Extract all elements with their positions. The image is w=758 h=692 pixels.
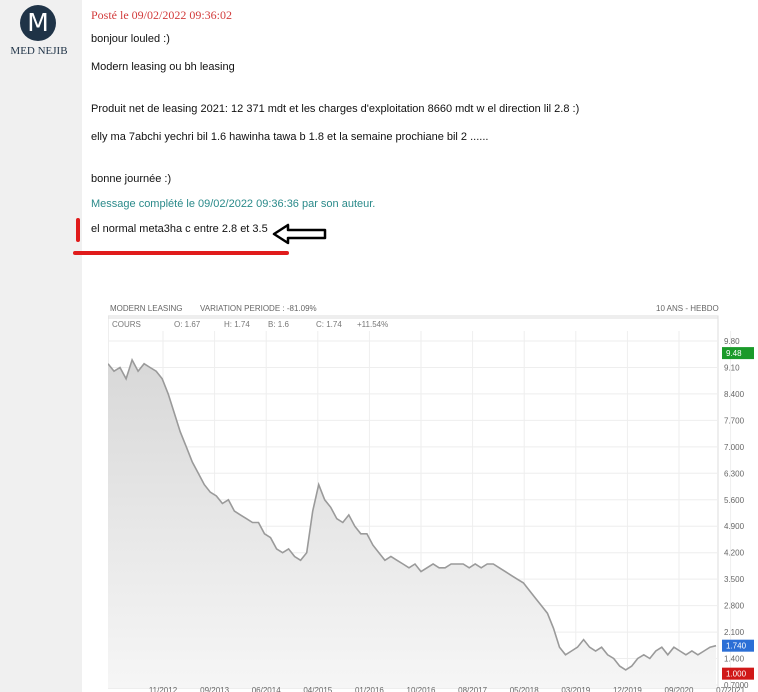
y-tick-label: 1.400 bbox=[724, 655, 745, 664]
post-line: Modern leasing ou bh leasing bbox=[91, 61, 235, 73]
price-badge-label: 1.740 bbox=[726, 642, 747, 651]
price-area bbox=[108, 359, 716, 688]
post-line: Produit net de leasing 2021: 12 371 mdt … bbox=[91, 103, 580, 115]
x-tick-label: 09/2020 bbox=[665, 686, 694, 692]
y-tick-label: 8.400 bbox=[724, 390, 745, 399]
legend-close: C: 1.74 bbox=[316, 320, 342, 329]
x-tick-label: 05/2018 bbox=[510, 686, 539, 692]
legend-high: H: 1.74 bbox=[224, 320, 250, 329]
legend-low: B: 1.6 bbox=[268, 320, 289, 329]
x-tick-label: 01/2016 bbox=[355, 686, 384, 692]
highlight-line: el normal meta3ha c entre 2.8 et 3.5 bbox=[91, 223, 268, 235]
legend-open: O: 1.67 bbox=[174, 320, 201, 329]
chart-period: 10 ANS - HEBDO bbox=[656, 304, 719, 313]
author-column: M MED NEJIB bbox=[0, 0, 82, 692]
x-tick-label: 06/2014 bbox=[252, 686, 281, 692]
y-tick-label: 5.600 bbox=[724, 496, 745, 505]
x-tick-label: 03/2019 bbox=[561, 686, 590, 692]
x-tick-label: 11/2012 bbox=[149, 686, 178, 692]
y-tick-label: 3.500 bbox=[724, 575, 745, 584]
post-line: bonne journée :) bbox=[91, 173, 172, 185]
chart-variation: VARIATION PERIODE : -81.09% bbox=[200, 304, 317, 313]
y-tick-label: 4.200 bbox=[724, 549, 745, 558]
stock-chart: MODERN LEASING VARIATION PERIODE : -81.0… bbox=[108, 304, 754, 692]
y-tick-label: 9.80 bbox=[724, 337, 740, 346]
y-tick-label: 7.700 bbox=[724, 416, 745, 425]
x-tick-label: 08/2017 bbox=[458, 686, 487, 692]
y-tick-label: 9.10 bbox=[724, 363, 740, 372]
red-vertical-mark bbox=[76, 218, 80, 242]
y-tick-label: 6.300 bbox=[724, 469, 745, 478]
price-badge-label: 9.48 bbox=[726, 349, 742, 358]
legend-series: COURS bbox=[112, 320, 141, 329]
chart-title: MODERN LEASING bbox=[110, 304, 182, 313]
arrow-left-icon bbox=[272, 223, 327, 245]
x-tick-label: 10/2016 bbox=[407, 686, 436, 692]
x-tick-label: 07/2021 bbox=[716, 686, 745, 692]
post-line: elly ma 7abchi yechri bil 1.6 hawinha ta… bbox=[91, 131, 489, 143]
post-timestamp: Posté le 09/02/2022 09:36:02 bbox=[91, 8, 232, 22]
y-tick-label: 2.800 bbox=[724, 602, 745, 611]
author-name[interactable]: MED NEJIB bbox=[0, 45, 78, 57]
post-line: bonjour louled :) bbox=[91, 33, 170, 45]
x-tick-label: 09/2013 bbox=[200, 686, 229, 692]
legend-change: +11.54% bbox=[357, 320, 388, 329]
avatar[interactable]: M bbox=[20, 5, 56, 41]
price-badge-label: 1.000 bbox=[726, 670, 747, 679]
completed-note: Message complété le 09/02/2022 09:36:36 … bbox=[91, 198, 376, 210]
red-underline-mark bbox=[73, 251, 289, 255]
y-tick-label: 4.900 bbox=[724, 522, 745, 531]
x-tick-label: 04/2015 bbox=[303, 686, 332, 692]
x-tick-label: 12/2019 bbox=[613, 686, 642, 692]
y-tick-label: 7.000 bbox=[724, 443, 745, 452]
y-tick-label: 2.100 bbox=[724, 628, 745, 637]
